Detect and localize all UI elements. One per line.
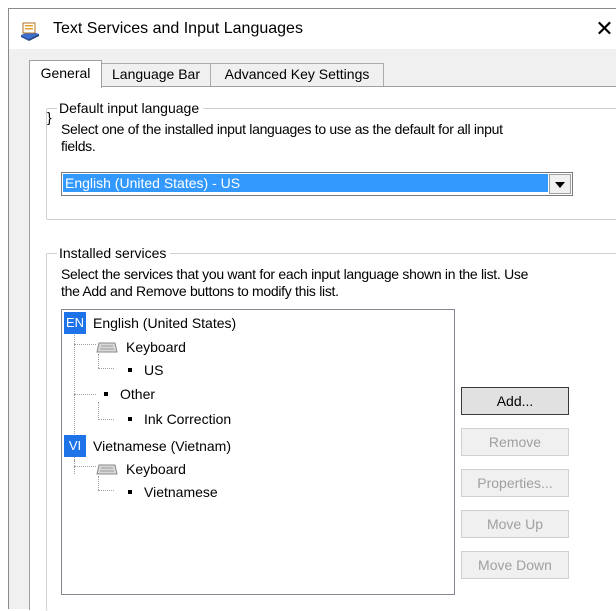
default-language-description-line1: Select one of the installed input langua… xyxy=(61,121,503,137)
tree-connector xyxy=(98,476,99,490)
installed-services-description-line2: the Add and Remove buttons to modify thi… xyxy=(61,283,339,299)
tab-advanced-key-settings[interactable]: Advanced Key Settings xyxy=(210,63,384,86)
default-language-selected-value: English (United States) - US xyxy=(63,174,548,192)
tab-general[interactable]: General xyxy=(29,60,102,88)
add-button[interactable]: Add... xyxy=(461,387,569,415)
title-bar[interactable]: Text Services and Input Languages ✕ xyxy=(9,9,616,49)
language-badge-en: EN xyxy=(64,312,86,334)
tree-item-ink-correction-label: Ink Correction xyxy=(144,411,232,427)
move-down-button[interactable]: Move Down xyxy=(461,551,569,579)
tree-connector xyxy=(98,402,99,420)
default-language-description-line2: fields. xyxy=(61,138,96,154)
keyboard-icon xyxy=(96,464,118,475)
remove-button[interactable]: Remove xyxy=(461,428,569,456)
keyboard-icon xyxy=(96,342,118,353)
dropdown-button[interactable] xyxy=(549,174,571,194)
tree-item-vietnamese-layout-label: Vietnamese xyxy=(144,484,218,500)
tree-connector xyxy=(98,354,99,368)
default-input-language-group: Default input language Select one of the… xyxy=(46,99,616,220)
installed-services-description-line1: Select the services that you want for ea… xyxy=(61,266,529,282)
dialog-window: Text Services and Input Languages ✕ Gene… xyxy=(8,8,616,611)
text-services-icon xyxy=(21,22,39,41)
window-title: Text Services and Input Languages xyxy=(53,20,303,37)
tree-item-vietnamese-label: Vietnamese (Vietnam) xyxy=(93,438,231,454)
language-badge-vi: VI xyxy=(64,435,86,457)
installed-services-group-title: Installed services xyxy=(57,244,171,262)
properties-button[interactable]: Properties... xyxy=(461,469,569,497)
close-button[interactable]: ✕ xyxy=(592,13,616,45)
tree-connector xyxy=(74,344,96,345)
tree-item-us-label: US xyxy=(144,362,164,378)
bullet-icon xyxy=(104,392,108,396)
chevron-down-icon xyxy=(555,182,565,188)
tree-connector xyxy=(74,394,96,395)
close-icon: ✕ xyxy=(595,16,614,41)
tree-connector xyxy=(74,466,96,467)
tree-connector xyxy=(98,490,114,491)
tab-language-bar[interactable]: Language Bar xyxy=(101,63,211,86)
move-up-button[interactable]: Move Up xyxy=(461,510,569,538)
default-language-dropdown[interactable]: English (United States) - US xyxy=(61,172,573,196)
bullet-icon xyxy=(128,490,132,494)
tree-connector xyxy=(98,368,114,369)
tree-item-english-keyboard-label: Keyboard xyxy=(126,339,186,355)
tree-connector xyxy=(98,419,114,420)
bullet-icon xyxy=(128,417,132,421)
default-language-group-title: Default input language xyxy=(57,99,204,117)
tree-item-other-label: Other xyxy=(120,386,156,402)
bullet-icon xyxy=(128,368,132,372)
tree-item-vietnamese-keyboard-label: Keyboard xyxy=(126,461,186,477)
installed-services-tree[interactable]: EN English (United States) Keyboard US O… xyxy=(61,309,455,595)
tree-item-english-label: English (United States) xyxy=(93,315,237,331)
